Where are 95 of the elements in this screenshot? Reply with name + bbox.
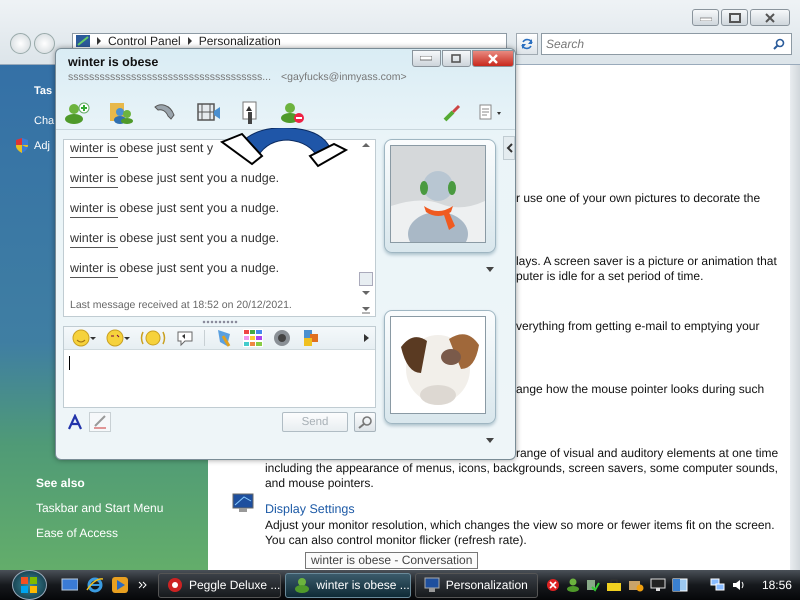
invite-contact-icon[interactable] — [64, 102, 90, 124]
breadcrumb[interactable]: Control Panel — [108, 34, 181, 48]
minimize-icon — [420, 56, 432, 61]
background-grid-icon[interactable] — [243, 329, 263, 347]
monitor-icon — [424, 577, 440, 593]
volume-icon[interactable] — [732, 578, 746, 592]
nudge-message: winter is obese just sent y — [70, 141, 214, 155]
description-text: range of visual and auditory elements at one time — [516, 446, 778, 460]
start-button[interactable] — [12, 570, 47, 600]
contact-name: winter is obese — [68, 55, 160, 71]
breadcrumb-arrow-icon — [96, 37, 102, 45]
refresh-icon — [520, 37, 534, 51]
description-text: r use one of your own pictures to decorate the — [516, 191, 760, 205]
description-text: puter is idle for a set period of time. — [516, 269, 704, 283]
collapse-button[interactable] — [503, 136, 515, 160]
maximize-icon — [728, 12, 740, 22]
scroll-end-icon[interactable] — [361, 306, 371, 314]
address-bar[interactable]: Control Panel Personalization — [72, 33, 507, 48]
clock[interactable]: 18:56 — [762, 578, 792, 592]
tasks-heading: Tas — [34, 84, 54, 99]
dropdown-arrow-icon[interactable] — [486, 267, 494, 272]
messenger-icon[interactable] — [566, 578, 580, 592]
blocked-icon[interactable] — [546, 578, 560, 592]
peggle-icon — [167, 577, 183, 593]
windows-logo-icon — [20, 576, 38, 594]
show-desktop-icon[interactable] — [60, 577, 78, 593]
description-text: ange how the mouse pointer looks during such — [516, 382, 764, 396]
minimize-icon — [700, 14, 712, 20]
buddy-icon — [294, 577, 310, 593]
description-text: and mouse pointers. — [265, 476, 374, 490]
menu-icon[interactable] — [479, 104, 503, 122]
personal-message: sssssssssssssssssssssssssssssssssssss... — [68, 71, 272, 83]
shield-icon — [15, 138, 29, 153]
nudge-message: winter is obese just sent you a nudge. — [70, 231, 280, 245]
display-settings-link[interactable]: Display Settings — [265, 501, 355, 518]
contacts-icon[interactable] — [108, 101, 134, 125]
contact-email: <gayfucks@inmyass.com> — [281, 71, 407, 83]
taskbar-button[interactable]: winter is obese ... — [285, 572, 411, 598]
tooltip: winter is obese - Conversation — [305, 552, 478, 569]
description-text: Adjust your monitor resolution, which changes the view so more or fewer items fit on the screen. — [265, 518, 775, 532]
task-link[interactable]: Cha — [34, 112, 54, 128]
refresh-button[interactable] — [516, 33, 538, 55]
breadcrumb[interactable]: Personalization — [198, 34, 281, 48]
maximize-button[interactable] — [721, 9, 748, 26]
network-icon[interactable] — [710, 578, 726, 592]
breadcrumb-arrow-icon — [186, 37, 193, 45]
search-icon — [357, 415, 373, 429]
checkmark-icon[interactable] — [586, 578, 600, 592]
taskbar-button[interactable]: Personalization — [414, 572, 538, 598]
scroll-up-icon[interactable] — [361, 142, 371, 148]
scroll-down-icon[interactable] — [361, 290, 371, 296]
chevron-left-icon — [506, 143, 512, 153]
media-player-icon[interactable] — [111, 576, 128, 594]
search-field[interactable]: Search — [541, 33, 792, 55]
scrollbar[interactable] — [790, 65, 800, 570]
minimize-button[interactable] — [412, 50, 441, 67]
close-button[interactable] — [750, 9, 790, 26]
handwriting-button[interactable] — [89, 412, 111, 432]
browser-icon[interactable] — [86, 576, 104, 594]
nudge-message: winter is obese just sent you a nudge. — [70, 201, 280, 215]
task-link[interactable]: Adj — [34, 138, 50, 154]
speaker-icon[interactable] — [273, 329, 291, 347]
close-icon — [765, 12, 775, 22]
more-arrow-icon[interactable] — [364, 334, 369, 342]
pen-icon — [93, 415, 107, 429]
monitor-icon[interactable] — [650, 578, 666, 592]
close-button[interactable] — [472, 50, 514, 67]
maximize-icon — [451, 54, 462, 63]
taskbar-button[interactable]: Peggle Deluxe ... — [158, 572, 282, 598]
emoticon-icon[interactable] — [72, 329, 96, 347]
search-button[interactable] — [354, 412, 376, 432]
close-icon — [488, 54, 498, 64]
chevron-icon[interactable] — [138, 581, 148, 589]
maximize-button[interactable] — [442, 50, 471, 67]
description-text: verything from getting e-mail to emptying your — [516, 319, 760, 333]
text-cursor — [69, 356, 70, 370]
scroll-thumb[interactable] — [359, 272, 373, 286]
description-text: including the appearance of menus, icons, backgrounds, screen savers, some computer sounds, — [265, 461, 778, 475]
description-text: lays. A screen saver is a picture or animation that — [516, 254, 777, 268]
monitor-icon — [232, 493, 254, 513]
see-also-heading: See also — [35, 475, 86, 492]
wink-icon[interactable] — [106, 329, 130, 347]
paintbrush-icon[interactable] — [443, 104, 461, 122]
voice-clip-icon[interactable] — [176, 329, 194, 347]
window-icon[interactable] — [672, 578, 688, 592]
font-icon[interactable] — [67, 414, 83, 430]
block-contact-icon[interactable] — [280, 101, 306, 125]
last-message-text: Last message received at 18:52 on 20/12/2021. — [70, 299, 292, 311]
control-panel-icon — [76, 35, 90, 47]
search-icon[interactable] — [773, 38, 785, 50]
dropdown-arrow-icon[interactable] — [486, 438, 494, 443]
nudge-message: winter is obese just sent you a nudge. — [70, 171, 280, 185]
minimize-button[interactable] — [692, 9, 719, 26]
nudge-message: winter is obese just sent you a nudge. — [70, 261, 280, 275]
description-text: You can also control monitor flicker (refresh rate). — [265, 533, 527, 547]
